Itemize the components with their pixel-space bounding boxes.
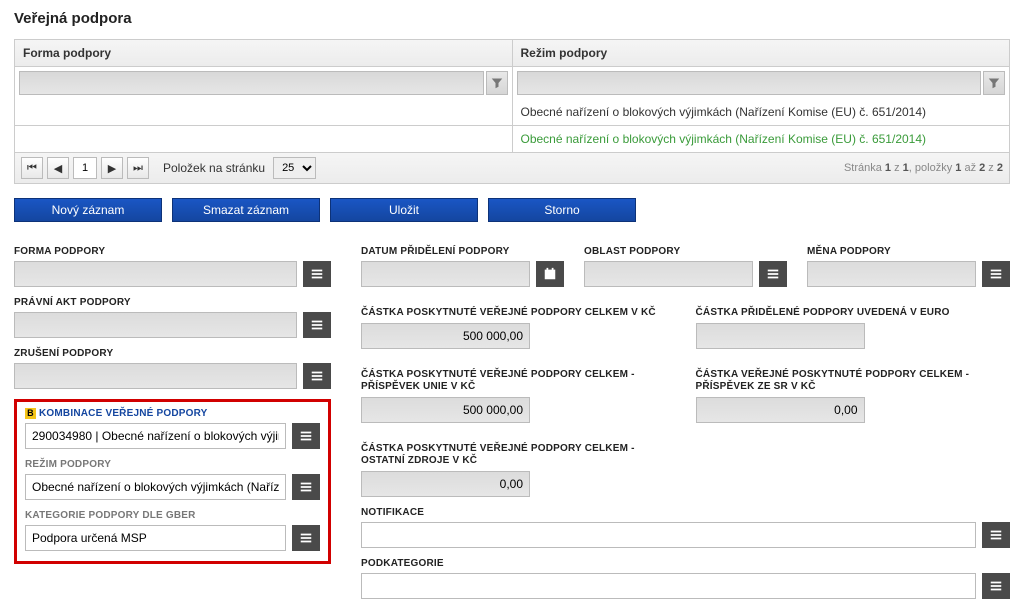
col-header-forma[interactable]: Forma podpory bbox=[15, 40, 512, 66]
lookup-kombinace[interactable] bbox=[292, 423, 320, 449]
input-castka-euro[interactable] bbox=[696, 323, 865, 349]
label-datum: DATUM PŘIDĚLENÍ PODPORY bbox=[361, 246, 564, 257]
lookup-zruseni[interactable] bbox=[303, 363, 331, 389]
filter-input-forma[interactable] bbox=[19, 71, 484, 95]
pager-prev[interactable]: ◀ bbox=[47, 157, 69, 179]
filter-button-forma[interactable] bbox=[486, 71, 508, 95]
table-row[interactable]: Obecné nařízení o blokových výjimkách (N… bbox=[14, 126, 1010, 153]
label-castka-celkem-kc: ČÁSTKA POSKYTNUTÉ VEŘEJNÉ PODPORY CELKEM… bbox=[361, 307, 676, 319]
list-icon bbox=[989, 579, 1003, 593]
filter-button-rezim[interactable] bbox=[983, 71, 1005, 95]
input-oblast[interactable] bbox=[584, 261, 753, 287]
label-castka-ostatni: ČÁSTKA POSKYTNUTÉ VEŘEJNÉ PODPORY CELKEM… bbox=[361, 443, 673, 467]
new-record-button[interactable]: Nový záznam bbox=[14, 198, 162, 222]
label-pravni-akt: PRÁVNÍ AKT PODPORY bbox=[14, 297, 331, 308]
label-castka-euro: ČÁSTKA PŘIDĚLENÉ PODPORY UVEDENÁ V EURO bbox=[696, 307, 1011, 319]
filter-icon bbox=[988, 77, 1000, 89]
pager-page-input[interactable] bbox=[73, 157, 97, 179]
col-header-rezim[interactable]: Režim podpory bbox=[512, 40, 1010, 66]
pager-items-label: Položek na stránku bbox=[163, 161, 265, 175]
list-icon bbox=[989, 528, 1003, 542]
label-kombinace: BKOMBINACE VEŘEJNÉ PODPORY bbox=[25, 408, 320, 419]
cell-forma bbox=[15, 126, 512, 152]
pager-info: Stránka 1 z 1, položky 1 až 2 z 2 bbox=[844, 162, 1003, 174]
list-icon bbox=[766, 267, 780, 281]
lookup-forma-podpory[interactable] bbox=[303, 261, 331, 287]
input-castka-sr[interactable] bbox=[696, 397, 865, 423]
list-icon bbox=[299, 531, 313, 545]
calendar-icon bbox=[543, 267, 557, 281]
lookup-notifikace[interactable] bbox=[982, 522, 1010, 548]
filter-input-rezim[interactable] bbox=[517, 71, 982, 95]
label-zruseni: ZRUŠENÍ PODPORY bbox=[14, 348, 331, 359]
label-forma-podpory: FORMA PODPORY bbox=[14, 246, 331, 257]
filter-icon bbox=[491, 77, 503, 89]
list-icon bbox=[299, 480, 313, 494]
table-row[interactable]: Obecné nařízení o blokových výjimkách (N… bbox=[14, 99, 1010, 126]
label-kategorie: KATEGORIE PODPORY DLE GBER bbox=[25, 510, 320, 521]
input-kombinace[interactable] bbox=[25, 423, 286, 449]
input-castka-unie[interactable] bbox=[361, 397, 530, 423]
pager-last[interactable]: ⏭ bbox=[127, 157, 149, 179]
input-forma-podpory[interactable] bbox=[14, 261, 297, 287]
save-button[interactable]: Uložit bbox=[330, 198, 478, 222]
cell-rezim: Obecné nařízení o blokových výjimkách (N… bbox=[512, 126, 1010, 152]
list-icon bbox=[310, 267, 324, 281]
input-zruseni[interactable] bbox=[14, 363, 297, 389]
calendar-datum[interactable] bbox=[536, 261, 564, 287]
input-mena[interactable] bbox=[807, 261, 976, 287]
label-podkategorie: PODKATEGORIE bbox=[361, 558, 1010, 569]
delete-record-button[interactable]: Smazat záznam bbox=[172, 198, 320, 222]
grid-filter-row bbox=[14, 67, 1010, 99]
input-datum[interactable] bbox=[361, 261, 530, 287]
page-title: Veřejná podpora bbox=[14, 10, 1010, 27]
list-icon bbox=[310, 369, 324, 383]
lookup-oblast[interactable] bbox=[759, 261, 787, 287]
cell-rezim: Obecné nařízení o blokových výjimkách (N… bbox=[512, 99, 1010, 125]
pager: ⏮ ◀ ▶ ⏭ Položek na stránku 25 Stránka 1 … bbox=[14, 153, 1010, 184]
input-rezim[interactable] bbox=[25, 474, 286, 500]
input-castka-celkem-kc[interactable] bbox=[361, 323, 530, 349]
input-castka-ostatni[interactable] bbox=[361, 471, 530, 497]
input-pravni-akt[interactable] bbox=[14, 312, 297, 338]
input-notifikace[interactable] bbox=[361, 522, 976, 548]
cell-forma bbox=[15, 99, 512, 125]
label-mena: MĚNA PODPORY bbox=[807, 246, 1010, 257]
pager-first[interactable]: ⏮ bbox=[21, 157, 43, 179]
list-icon bbox=[299, 429, 313, 443]
list-icon bbox=[989, 267, 1003, 281]
highlighted-section: BKOMBINACE VEŘEJNÉ PODPORY REŽIM PODPORY… bbox=[14, 399, 331, 564]
info-icon: B bbox=[25, 408, 36, 419]
lookup-pravni-akt[interactable] bbox=[303, 312, 331, 338]
label-rezim: REŽIM PODPORY bbox=[25, 459, 320, 470]
lookup-rezim[interactable] bbox=[292, 474, 320, 500]
pager-next[interactable]: ▶ bbox=[101, 157, 123, 179]
list-icon bbox=[310, 318, 324, 332]
label-castka-unie: ČÁSTKA POSKYTNUTÉ VEŘEJNÉ PODPORY CELKEM… bbox=[361, 369, 676, 393]
input-podkategorie[interactable] bbox=[361, 573, 976, 599]
lookup-kategorie[interactable] bbox=[292, 525, 320, 551]
lookup-mena[interactable] bbox=[982, 261, 1010, 287]
label-oblast: OBLAST PODPORY bbox=[584, 246, 787, 257]
label-castka-sr: ČÁSTKA VEŘEJNÉ POSKYTNUTÉ PODPORY CELKEM… bbox=[696, 369, 1011, 393]
pager-page-size[interactable]: 25 bbox=[273, 157, 316, 179]
cancel-button[interactable]: Storno bbox=[488, 198, 636, 222]
label-notifikace: NOTIFIKACE bbox=[361, 507, 1010, 518]
lookup-podkategorie[interactable] bbox=[982, 573, 1010, 599]
grid-header: Forma podpory Režim podpory bbox=[14, 39, 1010, 67]
input-kategorie[interactable] bbox=[25, 525, 286, 551]
